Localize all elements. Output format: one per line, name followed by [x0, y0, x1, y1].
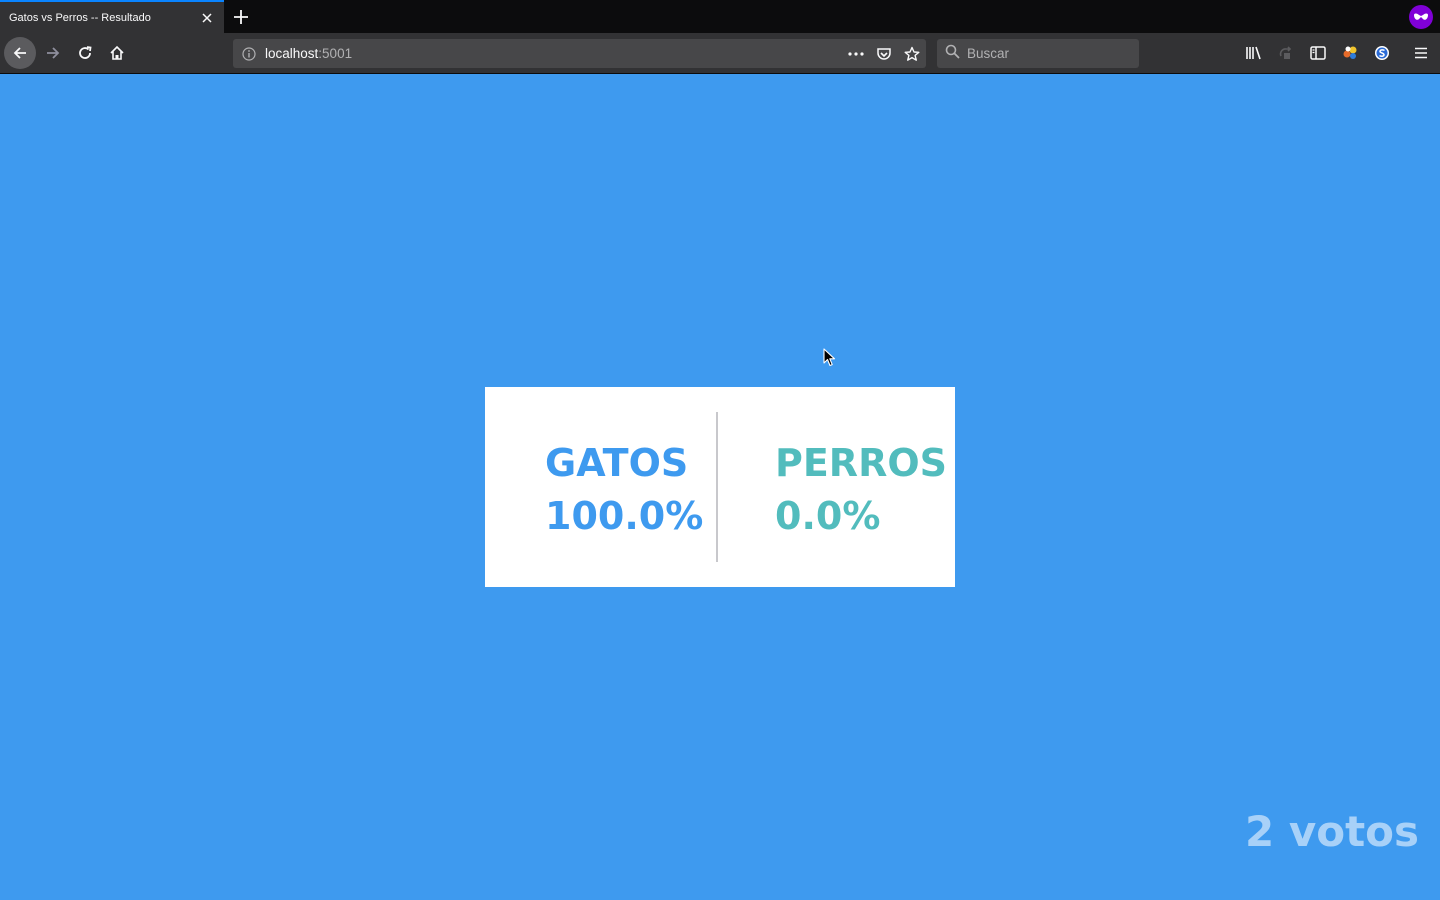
search-placeholder: Buscar	[967, 46, 1010, 61]
sidebar-icon[interactable]	[1302, 37, 1334, 69]
bookmark-star-icon[interactable]	[898, 39, 926, 68]
address-bar[interactable]: localhost:5001	[233, 39, 926, 68]
dogs-label: PERROS	[775, 441, 948, 485]
back-button[interactable]	[4, 37, 36, 69]
cats-percent: 100.0%	[545, 494, 704, 538]
private-browsing-icon	[1409, 5, 1433, 29]
page-actions-icon[interactable]	[842, 39, 870, 68]
library-icon[interactable]	[1238, 37, 1270, 69]
account-icon[interactable]	[1366, 37, 1398, 69]
reload-button[interactable]	[69, 37, 101, 69]
forward-button[interactable]	[37, 37, 69, 69]
url-host: localhost	[265, 46, 319, 61]
dogs-percent: 0.0%	[775, 494, 881, 538]
url-port: :5001	[318, 46, 353, 61]
extension-icon[interactable]	[1334, 37, 1366, 69]
results-card: GATOS 100.0% PERROS 0.0%	[485, 387, 955, 587]
tab-strip: Gatos vs Perros -- Resultado	[0, 0, 1440, 33]
site-info-icon[interactable]	[233, 39, 265, 68]
pocket-icon[interactable]	[870, 39, 898, 68]
search-bar[interactable]: Buscar	[937, 39, 1139, 68]
tab-title: Gatos vs Perros -- Resultado	[9, 11, 151, 24]
dogs-result: PERROS 0.0%	[775, 437, 947, 543]
mouse-cursor-icon	[823, 348, 836, 367]
home-button[interactable]	[101, 37, 133, 69]
results-divider	[716, 412, 718, 562]
vote-count: 2 votos	[1244, 807, 1419, 856]
page-viewport: GATOS 100.0% PERROS 0.0% 2 votos	[0, 74, 1440, 900]
cats-result: GATOS 100.0%	[545, 437, 703, 543]
search-icon	[945, 44, 960, 64]
navigation-toolbar: localhost:5001 Buscar	[0, 33, 1440, 74]
url-text: localhost:5001	[265, 46, 842, 61]
hamburger-menu-icon[interactable]	[1405, 37, 1437, 69]
cats-label: GATOS	[545, 441, 689, 485]
new-tab-button[interactable]	[229, 5, 253, 29]
sync-icon[interactable]	[1270, 37, 1302, 69]
tab-active[interactable]: Gatos vs Perros -- Resultado	[0, 0, 224, 33]
close-tab-icon[interactable]	[195, 6, 219, 30]
